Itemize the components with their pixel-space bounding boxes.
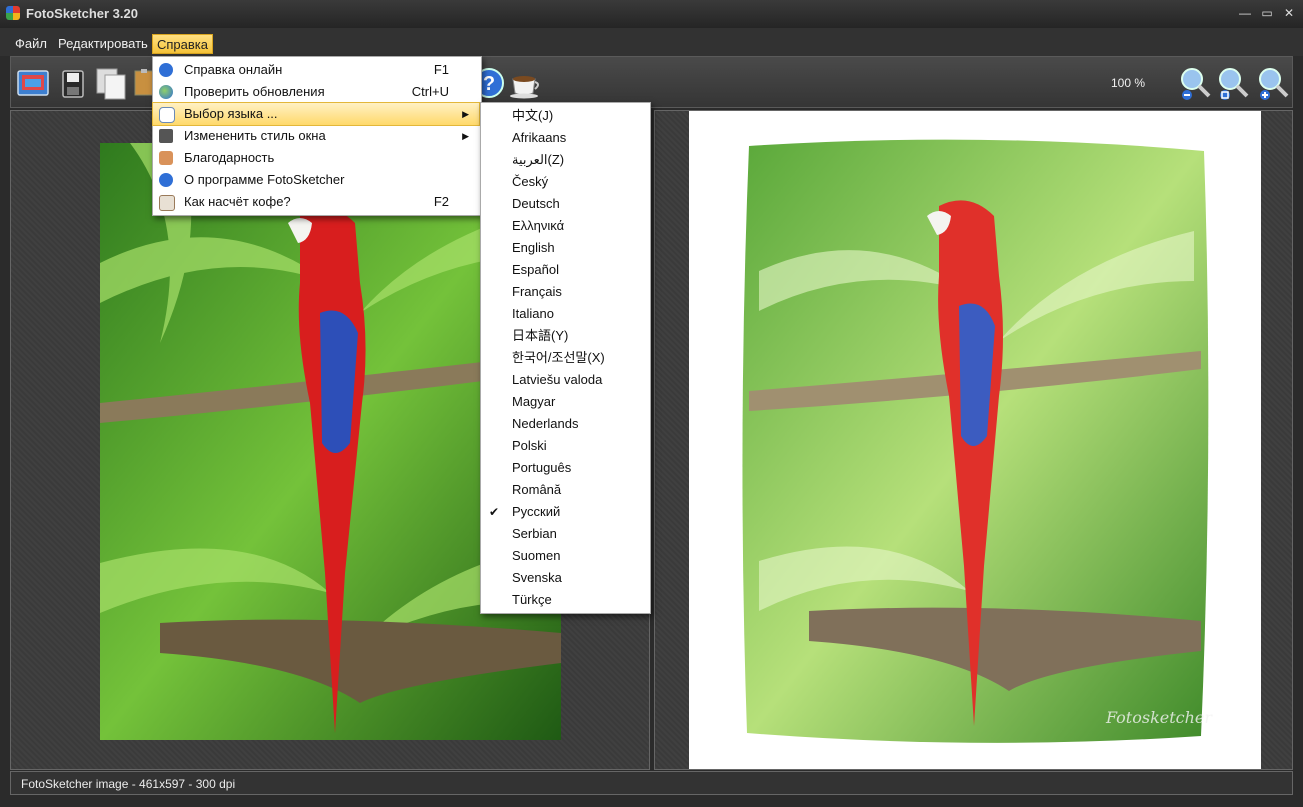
language-item[interactable]: 한국어/조선말(X) xyxy=(481,347,648,369)
language-item[interactable]: Polski xyxy=(481,435,648,457)
status-text: FotoSketcher image - 461x597 - 300 dpi xyxy=(21,777,236,791)
check-icon: ✔ xyxy=(489,505,500,519)
save-icon[interactable] xyxy=(55,65,91,101)
language-item[interactable]: Ελληνικά xyxy=(481,215,648,237)
menu-edit[interactable]: Редактировать xyxy=(54,34,152,54)
language-item[interactable]: 日本語(Y) xyxy=(481,325,648,347)
language-item[interactable]: Český xyxy=(481,171,648,193)
language-item[interactable]: Nederlands xyxy=(481,413,648,435)
language-item-selected[interactable]: ✔ Русский xyxy=(481,501,648,523)
language-item[interactable]: Türkçe xyxy=(481,589,648,611)
language-item[interactable]: Français xyxy=(481,281,648,303)
submenu-arrow-icon: ▶ xyxy=(462,131,469,141)
menu-file[interactable]: Файл xyxy=(11,34,51,54)
language-item[interactable]: Română xyxy=(481,479,648,501)
language-item[interactable]: العربية(Z) xyxy=(481,149,648,171)
language-item[interactable]: Suomen xyxy=(481,545,648,567)
language-item[interactable]: Magyar xyxy=(481,391,648,413)
app-logo-icon xyxy=(6,6,20,20)
coffee-icon xyxy=(159,195,175,211)
menu-help[interactable]: Справка xyxy=(152,34,213,54)
menu-about[interactable]: О программе FotoSketcher xyxy=(153,169,479,191)
coffee-cup-icon[interactable] xyxy=(507,65,543,101)
zoom-in-icon[interactable] xyxy=(1255,65,1291,101)
language-item[interactable]: Afrikaans xyxy=(481,127,648,149)
language-item[interactable]: Español xyxy=(481,259,648,281)
zoom-level: 100 % xyxy=(1111,76,1146,90)
menu-acknowledgements[interactable]: Благодарность xyxy=(153,147,479,169)
menu-language-select[interactable]: Выбор языка ... ▶ xyxy=(152,102,480,126)
language-item[interactable]: Serbian xyxy=(481,523,648,545)
language-item[interactable]: Deutsch xyxy=(481,193,648,215)
open-image-icon[interactable] xyxy=(15,65,51,101)
help-icon xyxy=(159,63,173,77)
language-item[interactable]: 中文(J) xyxy=(481,105,648,127)
close-icon[interactable]: ✕ xyxy=(1280,5,1298,21)
language-item[interactable]: English xyxy=(481,237,648,259)
speech-bubble-icon xyxy=(159,107,175,123)
window-title: FotoSketcher 3.20 xyxy=(26,6,138,21)
language-submenu: 中文(J) Afrikaans العربية(Z) Český Deutsch… xyxy=(480,102,651,614)
menu-coffee[interactable]: Как насчёт кофе? F2 xyxy=(153,191,479,213)
svg-text:?: ? xyxy=(483,73,495,95)
sketch-result-panel[interactable]: Fotosketcher xyxy=(654,110,1293,770)
thumbs-up-icon xyxy=(159,151,173,165)
status-bar: FotoSketcher image - 461x597 - 300 dpi xyxy=(10,771,1293,795)
maximize-icon[interactable]: ▭ xyxy=(1258,5,1276,21)
window-style-icon xyxy=(159,129,173,143)
language-item[interactable]: Svenska xyxy=(481,567,648,589)
language-item[interactable]: Latviešu valoda xyxy=(481,369,648,391)
menu-check-updates[interactable]: Проверить обновления Ctrl+U xyxy=(153,81,479,103)
copy-icon[interactable] xyxy=(93,65,129,101)
menu-window-style[interactable]: Измененить стиль окна ▶ xyxy=(153,125,479,147)
info-icon xyxy=(159,173,173,187)
sketch-result-image: Fotosketcher xyxy=(689,111,1261,769)
help-dropdown-menu: Справка онлайн F1 Проверить обновления C… xyxy=(152,56,482,216)
svg-text:Fotosketcher: Fotosketcher xyxy=(1105,708,1213,727)
zoom-fit-icon[interactable] xyxy=(1215,65,1251,101)
language-item[interactable]: Português xyxy=(481,457,648,479)
menu-bar: Файл Редактировать Справка xyxy=(0,28,1303,56)
language-item[interactable]: Italiano xyxy=(481,303,648,325)
menu-online-help[interactable]: Справка онлайн F1 xyxy=(153,59,479,81)
submenu-arrow-icon: ▶ xyxy=(462,109,469,119)
zoom-out-icon[interactable] xyxy=(1177,65,1213,101)
globe-icon xyxy=(159,85,173,99)
minimize-icon[interactable]: — xyxy=(1236,5,1254,21)
title-bar: FotoSketcher 3.20 — ▭ ✕ xyxy=(0,0,1303,28)
